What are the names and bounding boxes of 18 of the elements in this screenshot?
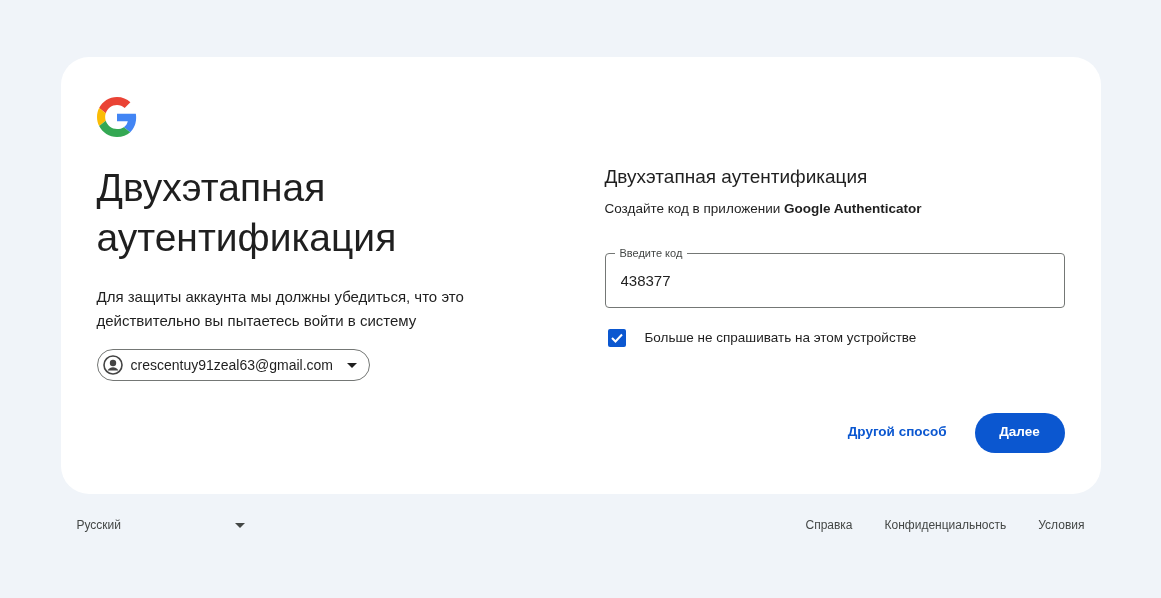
form-subtitle: Создайте код в приложении Google Authenticator bbox=[604, 200, 923, 218]
footer-link[interactable]: Справка bbox=[805, 516, 853, 534]
checkmark-icon bbox=[610, 333, 623, 344]
form-title: Двухэтапная аутентификация bbox=[604, 165, 869, 189]
language-selector[interactable]: Русский bbox=[76, 516, 245, 534]
caret-icon bbox=[347, 362, 358, 368]
alternate-method-link[interactable]: Другой способ bbox=[835, 412, 959, 453]
next-button[interactable]: Далее bbox=[974, 412, 1065, 453]
remember-label: Больше не спрашивать на этом устройстве bbox=[644, 329, 917, 348]
code-input[interactable]: 438377 bbox=[620, 269, 1049, 292]
description-text: Для защиты аккаунта мы должны убедиться, что это действительно вы пытаетесь войти в систему bbox=[96, 287, 465, 331]
logo-icon bbox=[96, 97, 137, 137]
page-heading: Двухэтапная аутентификация bbox=[96, 165, 398, 261]
remember-checkbox[interactable] bbox=[607, 329, 626, 348]
caret-icon bbox=[234, 522, 245, 528]
footer-link[interactable]: Условия bbox=[1038, 516, 1085, 534]
account-icon bbox=[102, 355, 123, 375]
footer-link[interactable]: Конфиденциальность bbox=[884, 516, 1007, 534]
